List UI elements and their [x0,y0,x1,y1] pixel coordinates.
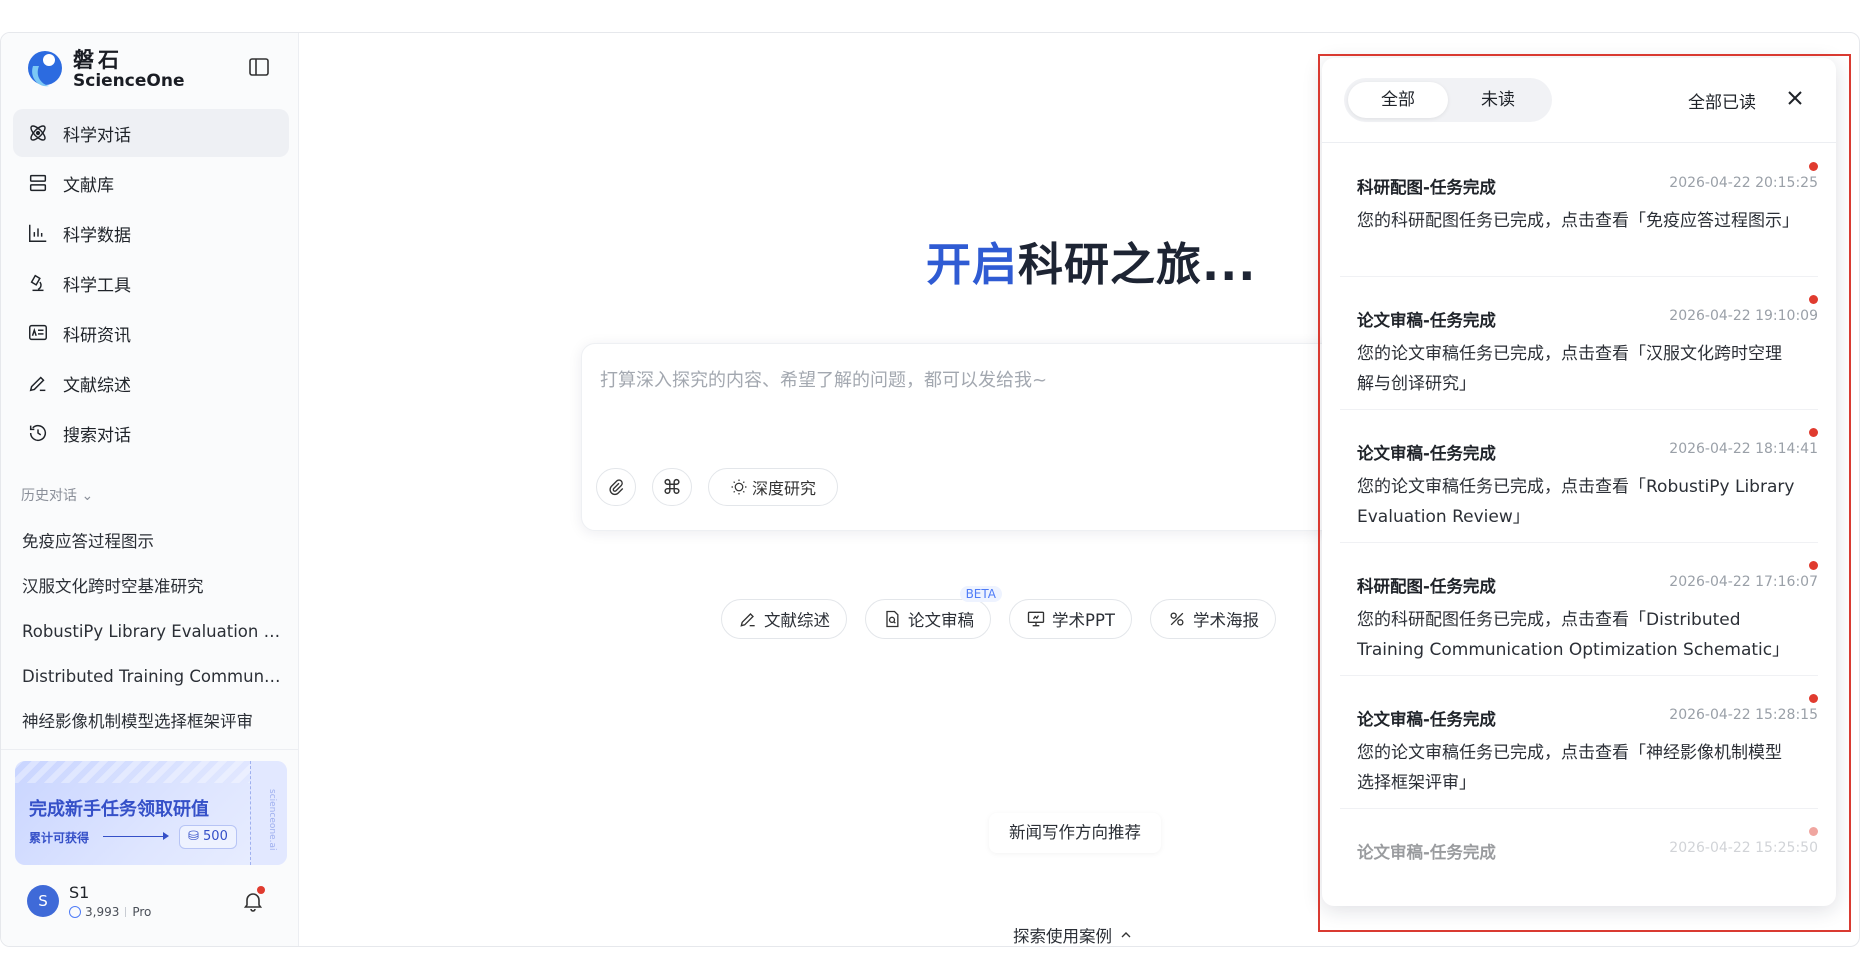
presentation-icon [1027,611,1045,627]
divider [125,907,127,917]
nav-label: 文献综述 [63,375,131,396]
brand-name-cn: 磐石 [73,48,123,73]
promo-title: 完成新手任务领取研值 [29,799,209,820]
user-name: S1 [69,883,90,902]
promo-decoration [15,761,287,783]
command-icon: ⌘ [662,475,682,499]
pen-icon [740,613,755,627]
divider [1,749,299,750]
arrow-right-icon [163,832,169,840]
user-plan: Pro [132,905,152,919]
beta-badge: BETA [959,586,1002,602]
paperclip-icon [609,479,624,496]
promo-reward-badge: ⛁ 500 [179,825,237,849]
promo-banner[interactable]: 完成新手任务领取研值 累计可获得 ⛁ 500 scienceone.ai [15,761,287,865]
deep-research-label: 深度研究 [751,479,816,498]
chip-paper-review[interactable]: 论文审稿 BETA [865,586,1002,639]
hero-rest: 科研之旅... [1018,238,1257,291]
chat-input[interactable]: 打算深入探究的内容、希望了解的问题，都可以发给我~ [600,366,1047,392]
history-title: 历史对话 [21,488,77,504]
brand-name-en: ScienceOne [73,71,185,92]
nav-label: 科学工具 [63,275,131,296]
chevron-up-icon [1121,932,1131,938]
history-list: 免疫应答过程图示 汉服文化跨时空基准研究 RobustiPy Library E… [11,519,291,744]
chip-label: 论文审稿 [908,611,974,630]
nav-label: 科学对话 [63,125,131,146]
history-item[interactable]: 汉服文化跨时空基准研究 [11,564,291,609]
chip-label: 文献综述 [764,611,830,630]
promo-reward-value: 500 [203,829,228,844]
logo-icon [28,51,62,87]
library-icon [29,174,47,192]
nav-item-literature-review[interactable]: 文献综述 [13,359,289,407]
explore-cases-button[interactable]: 探索使用案例 [1013,923,1134,946]
promo-ticket-stub: scienceone.ai [250,761,287,865]
chip-label: 学术PPT [1052,611,1115,630]
promo-arrow-line [103,836,167,837]
nav-label: 科研资讯 [63,325,131,346]
highlight-box [1318,54,1851,932]
history-icon [29,425,47,442]
notification-dot [257,886,265,894]
recommendation-button[interactable]: 新闻写作方向推荐 [989,813,1161,853]
deep-research-button[interactable]: 深度研究 [708,468,838,506]
credit-icon [69,906,81,918]
history-item[interactable]: Distributed Training Communic... [11,654,291,699]
user-credits: 3,993 [85,905,120,919]
microscope-icon [30,274,44,292]
main-nav: 科学对话 文献库 科学数据 科学工具 科研资讯 文献综述 搜索对话 [13,109,289,459]
chat-input-card: 打算深入探究的内容、希望了解的问题，都可以发给我~ ⌘ 深度研究 [581,343,1341,531]
doc-search-icon [886,610,899,628]
attach-button[interactable] [596,468,636,506]
nav-label: 搜索对话 [63,425,131,446]
history-item[interactable]: 神经影像机制模型选择框架评审 [11,699,291,744]
sidebar: 磐石 ScienceOne 科学对话 文献库 科学数据 科学工具 科研资讯 文献… [1,33,299,946]
history-item[interactable]: 免疫应答过程图示 [11,519,291,564]
news-icon [29,324,47,341]
brand[interactable]: 磐石 ScienceOne [25,45,184,95]
sun-icon [731,479,747,495]
command-button[interactable]: ⌘ [652,468,692,506]
quick-actions: 文献综述 论文审稿 BETA 学术PPT 学术海报 [721,586,1294,639]
chip-academic-ppt[interactable]: 学术PPT [1009,599,1132,639]
atom-icon [30,125,46,141]
nav-label: 科学数据 [63,225,131,246]
nav-item-science-tools[interactable]: 科学工具 [13,259,289,307]
user-profile[interactable]: S S1 3,993 Pro [27,883,151,919]
hero-accent: 开启 [926,238,1019,291]
chip-academic-poster[interactable]: 学术海报 [1149,599,1276,639]
nav-item-science-data[interactable]: 科学数据 [13,209,289,257]
hero-title: 开启科研之旅... [926,228,1256,293]
sidebar-toggle-icon[interactable] [247,55,271,79]
history-item[interactable]: RobustiPy Library Evaluation Re... [11,609,291,654]
nav-item-science-chat[interactable]: 科学对话 [13,109,289,157]
chip-label: 学术海报 [1192,611,1259,630]
promo-subtitle: 累计可获得 [29,831,90,845]
explore-label: 探索使用案例 [1013,927,1112,946]
pen-icon [29,376,46,392]
chip-literature-review[interactable]: 文献综述 [721,599,847,639]
nav-label: 文献库 [63,175,114,196]
data-chart-icon [29,224,47,242]
history-toggle[interactable]: 历史对话 ⌄ [21,485,93,505]
promo-side-text: scienceone.ai [267,789,277,851]
nav-item-library[interactable]: 文献库 [13,159,289,207]
nav-item-search-chat[interactable]: 搜索对话 [13,409,289,457]
poster-icon [1170,612,1184,626]
avatar: S [27,885,59,917]
nav-item-research-news[interactable]: 科研资讯 [13,309,289,357]
